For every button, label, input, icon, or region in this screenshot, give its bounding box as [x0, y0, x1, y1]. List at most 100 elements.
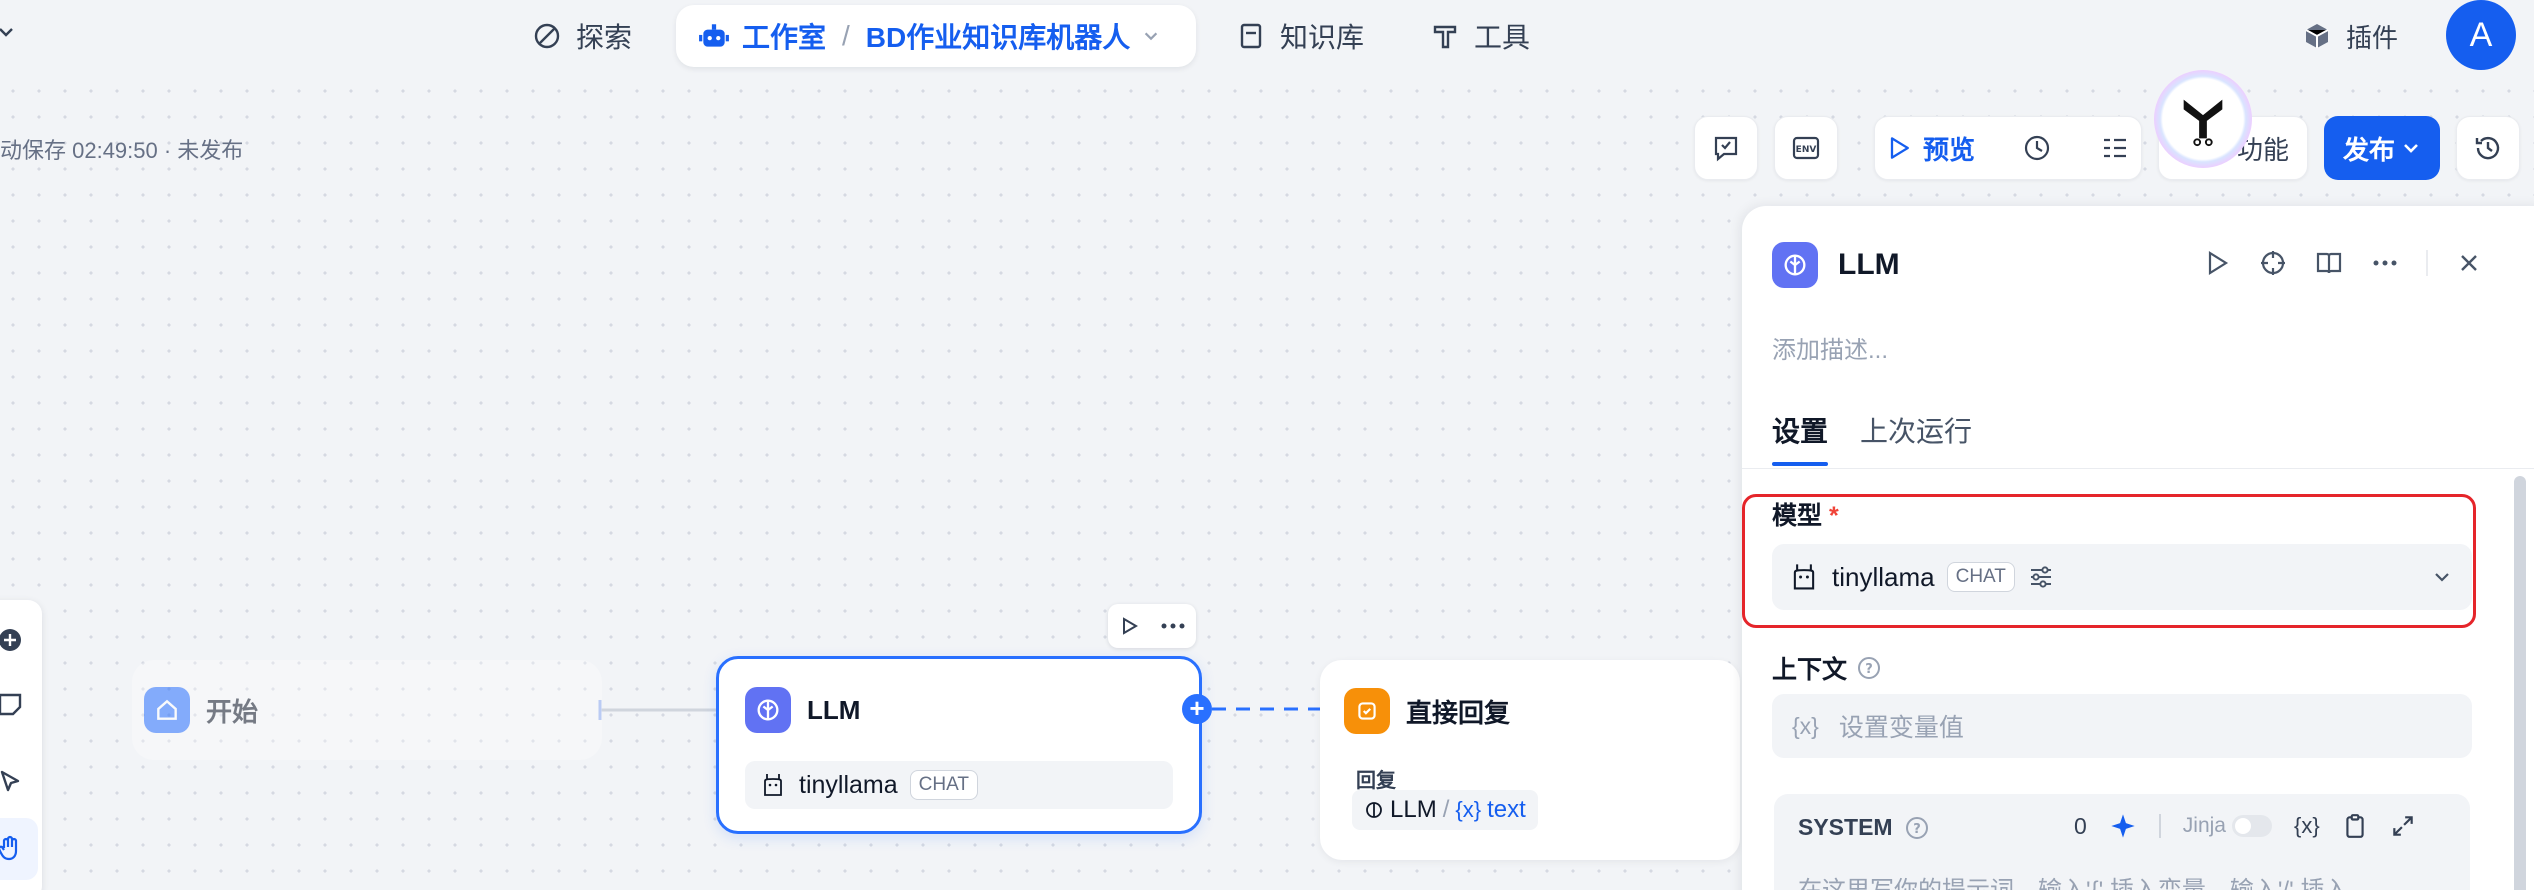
divider	[2426, 250, 2428, 276]
svg-text:?: ?	[1913, 822, 1921, 837]
system-prompt-placeholder: 在这里写你的提示词，输入'{' 插入变量、输入'/' 插入...	[1798, 870, 2368, 890]
jinja-toggle[interactable]	[2232, 815, 2272, 837]
breadcrumb-separator: /	[842, 20, 850, 51]
nav-tools-label: 工具	[1474, 22, 1531, 53]
node-direct-reply[interactable]: 直接回复	[1320, 660, 1740, 860]
tab-divider	[1742, 468, 2534, 469]
more-icon[interactable]	[2370, 248, 2400, 278]
highlight-box	[1742, 494, 2476, 628]
nav-studio[interactable]: 工作室	[742, 16, 826, 56]
nav-plugins[interactable]: 插件	[2302, 12, 2398, 60]
nav-knowledge[interactable]: 知识库	[1236, 10, 1364, 62]
compass-icon	[534, 23, 560, 49]
variable-icon: {x}	[1455, 797, 1482, 822]
studio-pill: 工作室 / BD作业知识库机器人	[676, 5, 1196, 67]
close-icon[interactable]	[2454, 248, 2484, 278]
tab-active-indicator	[1772, 462, 1828, 466]
description-input[interactable]: 添加描述...	[1772, 330, 1888, 365]
autosave-status: 动保存 02:49:50 · 未发布	[0, 138, 244, 163]
docs-book-icon[interactable]	[2314, 248, 2344, 278]
svg-text:ENV: ENV	[1796, 145, 1817, 155]
llm-brain-icon	[1772, 242, 1818, 288]
svg-text:?: ?	[1865, 662, 1873, 677]
reply-label: 回复	[1356, 770, 1396, 792]
llm-model-name: tinyllama	[799, 770, 898, 799]
system-label: SYSTEM	[1798, 814, 1893, 840]
llm-small-icon	[1366, 802, 1382, 818]
play-icon	[1890, 137, 1909, 159]
locate-icon[interactable]	[2258, 248, 2288, 278]
insert-variable-icon[interactable]: {x}	[2294, 813, 2320, 839]
assistant-logo-icon[interactable]	[2154, 70, 2252, 168]
reply-var-sep: /	[1442, 796, 1450, 823]
system-prompt-editor[interactable]: SYSTEM ? 0 Jinja {x} 在这里写你的提示词，输入'{' 插入变…	[1774, 794, 2470, 890]
sparkle-icon[interactable]	[2109, 812, 2137, 840]
top-navigation: 探索 工作室 / BD作业知识库机器人 知识库 工具 插件 A	[0, 0, 2534, 72]
reply-icon	[1344, 688, 1390, 734]
nav-knowledge-label: 知识库	[1280, 22, 1365, 53]
checklist-icon[interactable]	[2099, 132, 2131, 164]
nav-plugins-label: 插件	[2346, 22, 2399, 53]
node-llm-title: LLM	[807, 694, 861, 725]
nav-tools[interactable]: 工具	[1430, 10, 1530, 62]
context-label: 上下文 ?	[1772, 650, 1881, 686]
expand-icon[interactable]	[2390, 813, 2416, 839]
node-start[interactable]: 开始	[132, 660, 602, 760]
history-icon	[2475, 136, 2500, 160]
panel-title[interactable]: LLM	[1838, 248, 1900, 282]
context-label-text: 上下文	[1772, 656, 1848, 684]
version-history-button[interactable]	[2456, 116, 2520, 180]
context-placeholder: 设置变量值	[1838, 714, 1964, 742]
context-variable-input[interactable]: {x} 设置变量值	[1772, 694, 2472, 758]
hammer-icon	[1433, 25, 1457, 49]
run-node-icon[interactable]	[1119, 616, 1139, 636]
cube-icon	[2305, 24, 2329, 48]
preview-group: 预览	[1874, 116, 2142, 180]
app-name[interactable]: BD作业知识库机器人	[866, 16, 1130, 56]
llm-brain-icon	[745, 687, 791, 733]
tab-settings[interactable]: 设置	[1772, 410, 1828, 450]
check-list-icon	[1714, 136, 1738, 162]
checklist-button[interactable]	[1694, 116, 1758, 180]
token-count: 0	[2074, 812, 2087, 839]
nav-explore-label: 探索	[576, 22, 633, 53]
node-llm[interactable]: LLM tinyllama CHAT	[716, 656, 1202, 834]
avatar[interactable]: A	[2446, 0, 2516, 70]
env-button[interactable]: ENV	[1774, 116, 1838, 180]
node-start-title: 开始	[206, 696, 259, 727]
add-next-node-button[interactable]: +	[1182, 694, 1212, 724]
panel-scrollbar[interactable]	[2514, 476, 2526, 890]
reply-var-name: text	[1487, 796, 1526, 823]
robot-icon	[699, 24, 729, 47]
more-icon[interactable]	[1161, 622, 1185, 630]
tab-last-run[interactable]: 上次运行	[1860, 410, 1972, 450]
logo-mark-icon	[2183, 99, 2223, 147]
add-node-icon[interactable]	[0, 626, 24, 654]
home-icon	[144, 687, 190, 733]
publish-button[interactable]: 发布	[2324, 116, 2440, 180]
divider	[2158, 814, 2161, 838]
chevron-down-icon[interactable]	[1142, 27, 1160, 45]
run-node-icon[interactable]	[2202, 248, 2232, 278]
preview-button[interactable]: 预览	[1885, 130, 1975, 167]
chevron-down-icon[interactable]	[0, 22, 16, 42]
book-icon	[1240, 23, 1262, 49]
llm-model-chip: tinyllama CHAT	[745, 761, 1173, 809]
help-icon[interactable]: ?	[1905, 816, 1929, 840]
node-actions	[1108, 604, 1196, 648]
chevron-down-icon	[2404, 144, 2418, 153]
clipboard-icon[interactable]	[2342, 813, 2368, 839]
variable-icon: {x}	[1792, 712, 1819, 739]
nav-explore[interactable]: 探索	[532, 10, 632, 62]
pointer-icon[interactable]	[0, 768, 24, 796]
llm-mode-tag: CHAT	[909, 770, 978, 800]
node-reply-title: 直接回复	[1406, 697, 1511, 728]
note-icon[interactable]	[0, 690, 24, 718]
hand-icon[interactable]	[0, 834, 24, 862]
env-icon: ENV	[1792, 136, 1820, 160]
reply-var-node: LLM	[1390, 796, 1437, 823]
history-run-icon[interactable]	[2021, 132, 2053, 164]
help-icon[interactable]: ?	[1857, 656, 1881, 680]
llama-icon	[764, 774, 782, 796]
preview-label: 预览	[1923, 134, 1976, 165]
